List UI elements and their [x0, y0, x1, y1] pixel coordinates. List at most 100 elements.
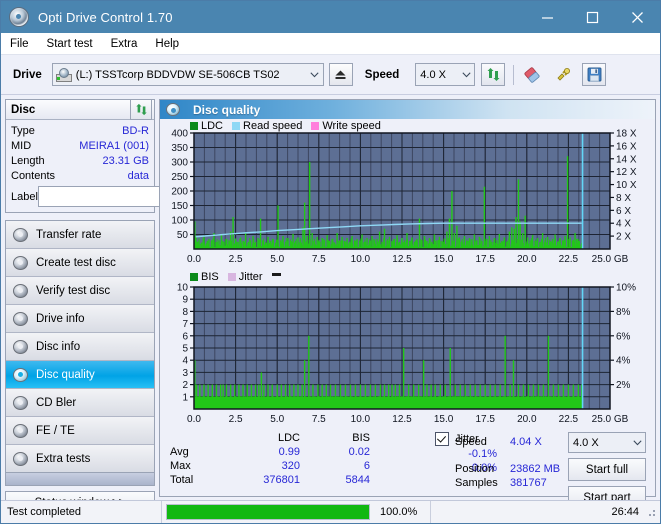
svg-text:15.0: 15.0 [434, 414, 454, 425]
menu-file[interactable]: File [10, 38, 29, 50]
eject-button[interactable] [328, 63, 353, 86]
sidebar-item-drive-info[interactable]: Drive info [6, 305, 154, 333]
window-controls [525, 1, 660, 33]
disc-panel: Disc Type BD-R MID MEIRA1 (001) Length 2… [5, 99, 241, 213]
svg-text:22.5: 22.5 [559, 254, 579, 265]
jitter-checkbox[interactable] [435, 432, 449, 446]
disc-icon [13, 227, 28, 242]
position-stat-value: 23862 MB [510, 463, 561, 475]
sidebar-item-verify-test-disc[interactable]: Verify test disc [6, 277, 154, 305]
svg-text:2.5: 2.5 [229, 254, 243, 265]
start-full-button[interactable]: Start full [568, 458, 646, 481]
svg-text:400: 400 [171, 129, 188, 140]
disc-icon [13, 311, 28, 326]
refresh-button[interactable] [481, 63, 506, 86]
sidebar-item-extra-tests[interactable]: Extra tests [6, 445, 154, 472]
svg-text:10 X: 10 X [616, 180, 637, 191]
sidebar-item-fe-te[interactable]: FE / TE [6, 417, 154, 445]
disc-row-key: MID [11, 139, 32, 152]
speed-label: Speed [364, 68, 400, 81]
sidebar-item-disc-quality[interactable]: Disc quality [6, 361, 154, 389]
menu-extra[interactable]: Extra [111, 38, 138, 50]
svg-text:12.5: 12.5 [392, 254, 412, 265]
menu-help[interactable]: Help [155, 38, 179, 50]
sidebar-item-cd-bler[interactable]: CD Bler [6, 389, 154, 417]
floppy-save-icon [587, 67, 602, 82]
speed-select-value: 4.0 X [420, 68, 446, 81]
ldc-chart: LDC Read speed Write speed 50 100 150 200 25… [160, 119, 655, 269]
svg-text:8%: 8% [616, 307, 631, 318]
disc-row-key: Type [11, 124, 35, 137]
menu-start-test[interactable]: Start test [47, 38, 93, 50]
status-bar: Test completed 100.0% 26:44 [1, 500, 660, 523]
svg-text:350: 350 [171, 143, 188, 154]
chevron-down-icon [307, 71, 323, 78]
stats-total-bis: 5844 [345, 474, 370, 486]
svg-text:10: 10 [177, 283, 189, 294]
disc-icon [13, 283, 28, 298]
sidebar-item-disc-info[interactable]: Disc info [6, 333, 154, 361]
svg-text:10%: 10% [616, 283, 636, 294]
disc-label-row: Label [11, 186, 241, 207]
chevron-down-icon [458, 71, 474, 78]
svg-text:2: 2 [182, 380, 188, 391]
app-icon [9, 7, 29, 27]
bis-legend: BIS Jitter [190, 271, 281, 283]
sidebar-item-label: Create test disc [36, 256, 116, 269]
progress-bar [166, 504, 370, 520]
svg-text:7.5: 7.5 [312, 414, 326, 425]
tools-button[interactable] [550, 63, 576, 87]
drive-select[interactable]: (L:) TSSTcorp BDDVDW SE-506CB TS02 [51, 63, 324, 86]
svg-text:1: 1 [182, 392, 188, 403]
legend-label-jitter: Jitter [238, 271, 263, 283]
stats-avg-bis: 0.02 [348, 446, 370, 458]
test-speed-value: 4.0 X [573, 436, 599, 449]
sidebar-item-label: Drive info [36, 312, 85, 325]
sidebar-item-label: Extra tests [36, 452, 91, 465]
legend-label-bis: BIS [201, 271, 219, 283]
minimize-icon[interactable] [525, 1, 570, 33]
disc-row-value: BD-R [122, 124, 149, 137]
disc-row-type: Type BD-R [11, 123, 149, 138]
stats-row-label-max: Max [170, 460, 191, 472]
svg-text:4: 4 [182, 356, 188, 367]
svg-text:2 X: 2 X [616, 232, 631, 243]
speed-stat-value: 4.04 X [510, 436, 542, 448]
maximize-icon[interactable] [570, 1, 615, 33]
main-content: Disc quality LDC Read speed Write speed … [159, 95, 660, 509]
progress-fill [167, 505, 369, 519]
svg-text:100: 100 [171, 216, 188, 227]
save-button[interactable] [582, 63, 607, 86]
resize-grip-icon[interactable] [645, 506, 657, 518]
drive-label: Drive [13, 68, 42, 81]
legend-swatch-jitter [227, 273, 236, 281]
sidebar: Disc Type BD-R MID MEIRA1 (001) Length 2… [1, 95, 241, 515]
svg-text:6%: 6% [616, 331, 631, 342]
disc-icon [13, 255, 28, 270]
disc-refresh-button[interactable] [130, 99, 152, 120]
nav-spacer [5, 473, 155, 486]
svg-text:250: 250 [171, 172, 188, 183]
bis-chart: BIS Jitter 1 2 3 4 5 6 7 8 9 10 2% 4% 6% 8% 10% 0.0 2.5 5… [160, 269, 655, 429]
sidebar-item-transfer-rate[interactable]: Transfer rate [6, 221, 154, 249]
speed-select[interactable]: 4.0 X [415, 63, 476, 86]
svg-text:8: 8 [182, 307, 188, 318]
svg-text:9: 9 [182, 295, 188, 306]
menu-bar: File Start test Extra Help [1, 33, 660, 55]
test-speed-select[interactable]: 4.0 X [568, 432, 646, 453]
sidebar-item-label: Transfer rate [36, 228, 102, 241]
disc-icon [13, 339, 28, 354]
legend-label-ldc: LDC [201, 120, 224, 132]
close-icon[interactable] [615, 1, 660, 33]
svg-text:2%: 2% [616, 380, 631, 391]
nav-list: Transfer rate Create test disc Verify te… [5, 220, 155, 473]
samples-stat-value: 381767 [510, 477, 547, 489]
svg-text:14 X: 14 X [616, 154, 637, 165]
title-bar: Opti Drive Control 1.70 [1, 1, 660, 33]
disc-row-value: data [127, 169, 149, 182]
sidebar-item-create-test-disc[interactable]: Create test disc [6, 249, 154, 277]
svg-text:7.5: 7.5 [312, 254, 326, 265]
disc-row-value: MEIRA1 (001) [79, 139, 149, 152]
erase-button[interactable] [519, 63, 545, 87]
status-divider [161, 501, 162, 523]
